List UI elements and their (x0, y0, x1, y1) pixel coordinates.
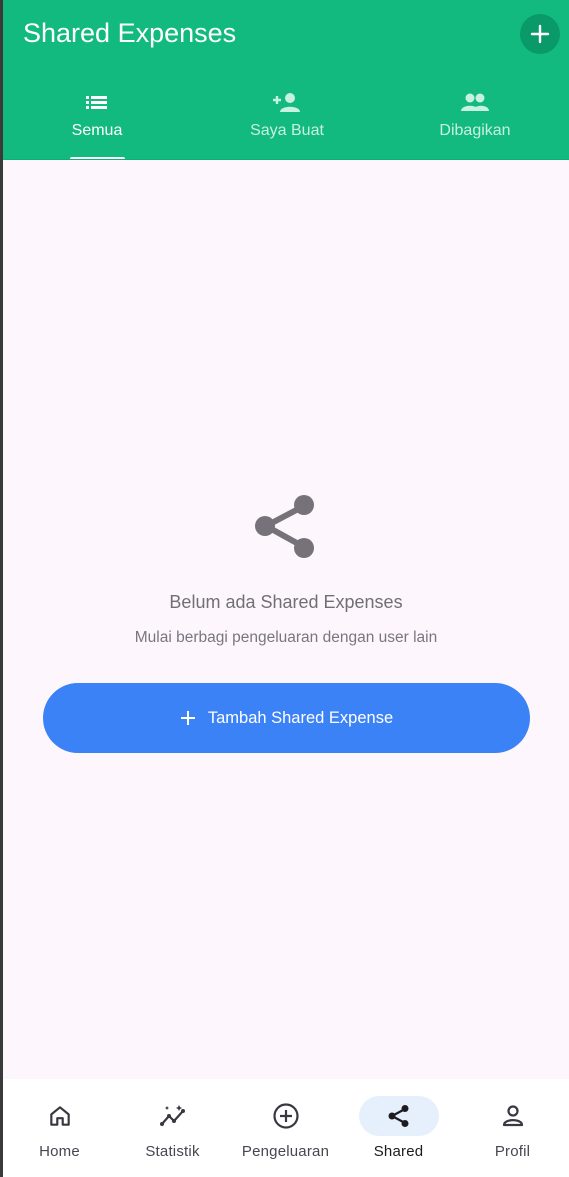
bottom-navigation: Home Statistik Pengeluaran Shared Profil (3, 1079, 569, 1177)
home-icon (49, 1106, 70, 1126)
share-icon (255, 495, 314, 558)
tab-dibagikan[interactable]: Dibagikan (420, 80, 530, 160)
add-shared-expense-cta-button[interactable]: Tambah Shared Expense (43, 683, 530, 753)
person-icon (502, 1105, 523, 1127)
empty-state-subtitle: Mulai berbagi pengeluaran dengan user la… (134, 629, 438, 646)
add-shared-expense-button[interactable] (520, 14, 560, 54)
list-icon (86, 96, 107, 109)
add-circle-icon (272, 1103, 299, 1129)
app-bar: Shared Expenses Semua Saya Buat Dibagika… (3, 0, 569, 160)
share-icon (388, 1105, 408, 1127)
tab-semua[interactable]: Semua (47, 80, 147, 160)
nav-label: Shared (373, 1143, 424, 1160)
nav-label: Pengeluaran (241, 1143, 330, 1160)
nav-label: Home (39, 1143, 80, 1160)
page-title: Shared Expenses (23, 18, 237, 48)
tab-label: Semua (71, 122, 123, 139)
tab-bar: Semua Saya Buat Dibagikan (3, 80, 569, 160)
nav-label: Statistik (145, 1143, 200, 1160)
nav-item-pengeluaran[interactable]: Pengeluaran (229, 1079, 342, 1177)
nav-label: Profil (494, 1143, 531, 1160)
empty-state-title: Belum ada Shared Expenses (169, 592, 403, 612)
tab-label: Dibagikan (439, 122, 511, 139)
cta-label: Tambah Shared Expense (207, 708, 394, 727)
divider (3, 159, 569, 160)
people-icon (461, 93, 489, 111)
nav-item-profil[interactable]: Profil (456, 1079, 569, 1177)
tab-saya-buat[interactable]: Saya Buat (227, 80, 347, 160)
nav-item-shared[interactable]: Shared (342, 1079, 455, 1177)
person-add-icon (273, 93, 300, 112)
screen: Shared Expenses Semua Saya Buat Dibagika… (3, 0, 569, 1177)
empty-state: Belum ada Shared Expenses Mulai berbagi … (3, 490, 569, 648)
nav-item-statistik[interactable]: Statistik (116, 1079, 229, 1177)
plus-icon (180, 711, 195, 725)
nav-item-home[interactable]: Home (3, 1079, 116, 1177)
plus-icon (530, 24, 550, 44)
insights-icon (159, 1105, 185, 1126)
tab-label: Saya Buat (250, 122, 324, 139)
